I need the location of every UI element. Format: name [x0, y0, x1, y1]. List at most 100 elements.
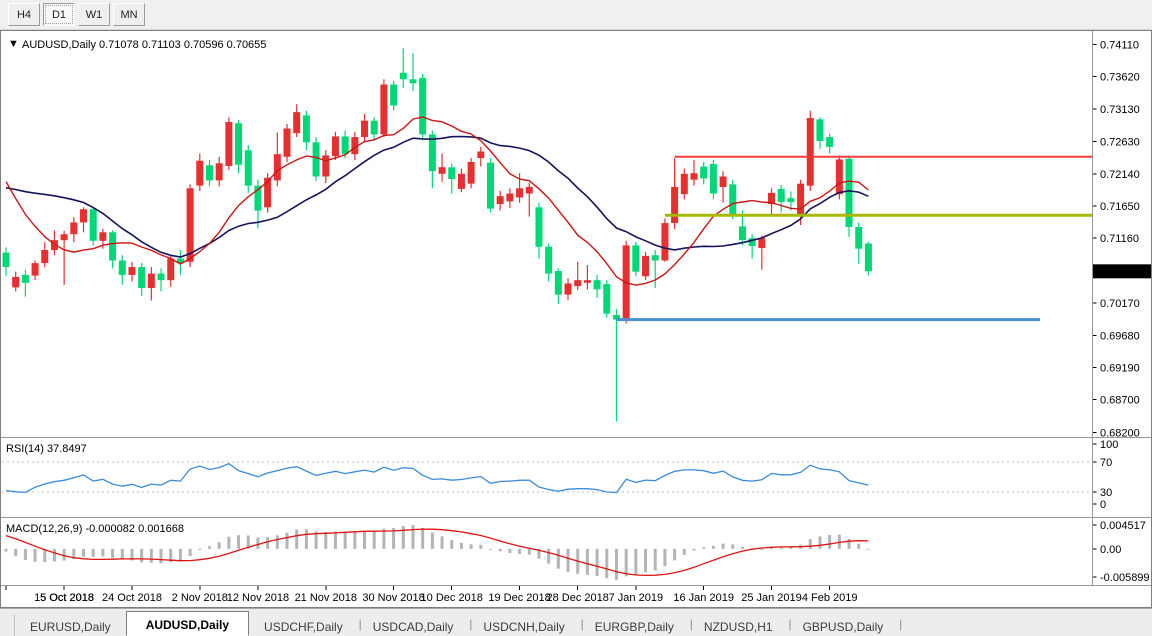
candle-body	[690, 173, 697, 180]
tab-usdcnh-daily[interactable]: USDCNH,Daily	[468, 615, 579, 636]
date-tick-label: 30 Nov 2018	[362, 592, 424, 604]
symbol-dropdown-icon: ▼	[8, 38, 19, 50]
tab-scroll-gutter[interactable]	[0, 614, 15, 636]
date-tick-label: 16 Jan 2019	[673, 592, 734, 604]
macd-bar	[508, 549, 511, 553]
candle-body	[642, 256, 649, 276]
macd-bar	[121, 549, 124, 560]
macd-bar	[712, 546, 715, 549]
candle-body	[187, 188, 194, 262]
macd-bar	[101, 549, 104, 557]
candle-body	[778, 189, 785, 202]
macd-bar	[276, 535, 279, 548]
timeframe-button-mn[interactable]: MN	[113, 3, 145, 26]
candle-body	[390, 85, 397, 106]
date-tick-label: 4 Feb 2019	[802, 592, 858, 604]
candle-body	[826, 137, 833, 147]
macd-bar	[150, 549, 153, 563]
candle-body	[206, 165, 213, 180]
price-tick-label: 0.69190	[1100, 362, 1140, 374]
macd-bar	[586, 549, 589, 575]
macd-bar	[528, 549, 531, 555]
macd-bar	[848, 539, 851, 549]
candle-body	[138, 267, 145, 288]
timeframe-button-d1[interactable]: D1	[43, 3, 75, 26]
tab-usdchf-daily[interactable]: USDCHF,Daily	[249, 615, 358, 636]
candle-body	[632, 245, 639, 271]
candle-body	[80, 209, 87, 222]
macd-bar	[237, 535, 240, 549]
timeframe-toolbar: H4 D1 W1 MN	[0, 0, 1152, 30]
candle-body	[574, 280, 581, 286]
candle-body	[409, 79, 416, 83]
candle-body	[322, 155, 329, 176]
macd-bar	[92, 549, 95, 557]
mt4-window: H4 D1 W1 MN ▼AUDUSD,Daily 0.71078 0.7110…	[0, 0, 1152, 636]
macd-bar	[24, 549, 27, 560]
macd-bar	[63, 549, 66, 561]
candle-body	[477, 152, 484, 159]
date-tick-label: 2 Nov 2018	[172, 592, 228, 604]
candle-body	[729, 184, 736, 214]
candle-body	[603, 284, 610, 314]
macd-bar	[760, 549, 763, 550]
candle-body	[458, 174, 465, 189]
price-tick-label: 0.71160	[1100, 233, 1139, 245]
macd-bar	[673, 549, 676, 561]
macd-bar	[363, 531, 366, 549]
date-tick-label: 24 Oct 2018	[102, 592, 162, 604]
date-tick-label: 21 Nov 2018	[295, 592, 357, 604]
price-tick-label: 0.70170	[1100, 298, 1140, 310]
date-tick-label: 7 Jan 2019	[609, 592, 663, 604]
macd-bar	[218, 542, 221, 549]
rsi-tick-label: 0	[1100, 499, 1106, 511]
candle-body	[245, 150, 252, 185]
candle-body	[235, 123, 242, 164]
candle-body	[681, 174, 688, 194]
price-tick-label: 0.69680	[1100, 330, 1140, 342]
price-tick-label: 0.72140	[1100, 169, 1140, 181]
candle-body	[865, 244, 872, 272]
tab-gbpusd-daily[interactable]: GBPUSD,Daily	[788, 615, 899, 636]
macd-bar	[189, 549, 192, 556]
tab-eurusd-daily[interactable]: EURUSD,Daily	[15, 615, 126, 636]
candle-body	[816, 119, 823, 141]
candle-body	[758, 238, 765, 248]
chart-canvas[interactable]: ▼AUDUSD,Daily 0.71078 0.71103 0.70596 0.…	[0, 30, 1152, 608]
date-tick-label: 10 Dec 2018	[421, 592, 483, 604]
macd-bar	[441, 536, 444, 549]
rsi-tick-label: 100	[1100, 439, 1118, 451]
timeframe-button-w1[interactable]: W1	[78, 3, 110, 26]
tab-usdcad-daily[interactable]: USDCAD,Daily	[358, 615, 469, 636]
candle-body	[739, 226, 746, 240]
macd-bar	[460, 543, 463, 549]
date-tick-label: 15 Oct 2018	[34, 592, 94, 604]
candle-body	[332, 136, 339, 156]
candle-body	[361, 121, 368, 137]
tab-audusd-daily[interactable]: AUDUSD,Daily	[126, 611, 249, 636]
candle-body	[303, 115, 310, 142]
candle-body	[167, 259, 174, 281]
macd-bar	[14, 549, 17, 556]
macd-bar	[615, 549, 618, 580]
tab-nzdusd-h1[interactable]: NZDUSD,H1	[689, 615, 788, 636]
macd-bar	[867, 549, 870, 550]
candle-body	[109, 232, 116, 260]
rsi-label: RSI(14) 37.8497	[6, 443, 87, 455]
candle-body	[720, 176, 727, 187]
macd-label: MACD(12,26,9) -0.000082 0.001668	[6, 523, 184, 535]
candle-body	[448, 167, 455, 179]
macd-bar	[373, 531, 376, 548]
chart-window: ▼AUDUSD,Daily 0.71078 0.71103 0.70596 0.…	[0, 30, 1152, 608]
candle-body	[594, 280, 601, 289]
timeframe-button-h4[interactable]: H4	[8, 3, 40, 26]
candle-body	[342, 136, 349, 154]
candle-body	[661, 223, 668, 260]
candle-body	[196, 161, 203, 186]
macd-bar	[286, 533, 289, 549]
candle-body	[293, 112, 300, 133]
macd-bar	[663, 549, 666, 566]
tab-eurgbp-daily[interactable]: EURGBP,Daily	[580, 615, 689, 636]
candle-body	[61, 234, 68, 240]
date-tick-label: 28 Dec 2018	[547, 592, 609, 604]
